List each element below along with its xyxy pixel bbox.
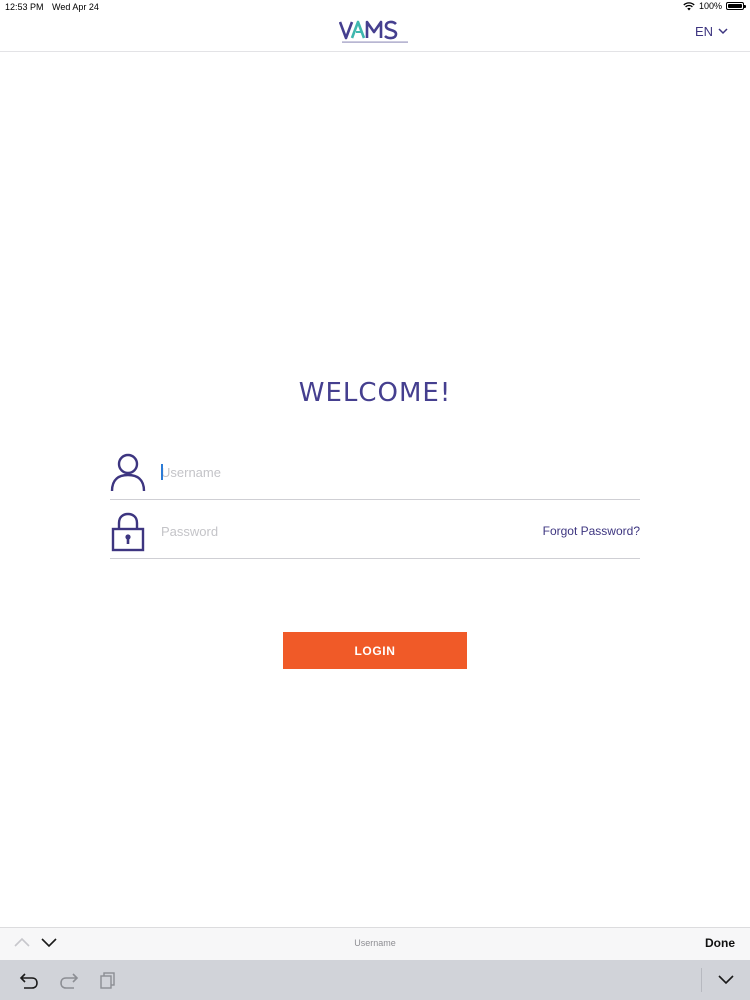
status-bar: 12:53 PM Wed Apr 24 100% [0, 0, 750, 16]
redo-icon[interactable] [58, 970, 80, 990]
login-screen: 12:53 PM Wed Apr 24 100% EN WELCOME! Use… [0, 0, 750, 1000]
password-row: Forgot Password? [110, 500, 640, 559]
accessory-field-label: Username [354, 938, 396, 948]
app-header: EN [0, 16, 750, 52]
battery-icon [726, 2, 746, 10]
undo-icon[interactable] [18, 970, 40, 990]
keyboard-accessory-bar: Username Done [0, 927, 750, 960]
username-row [110, 441, 640, 500]
status-time: 12:53 PM [5, 2, 44, 12]
wifi-icon [683, 1, 695, 10]
user-icon [110, 453, 146, 492]
username-input[interactable] [161, 459, 521, 485]
status-right: 100% [683, 1, 746, 11]
shortcut-divider [701, 968, 702, 992]
password-input[interactable] [161, 518, 521, 544]
keyboard-shortcut-bar [0, 960, 750, 1000]
chevron-down-icon [718, 28, 728, 35]
language-selector[interactable]: EN [695, 24, 728, 39]
paste-icon[interactable] [97, 970, 119, 990]
text-caret [161, 464, 163, 480]
lock-icon [111, 512, 145, 552]
status-date: Wed Apr 24 [52, 2, 99, 12]
battery-percent: 100% [698, 1, 722, 11]
welcome-title: WELCOME! [298, 378, 452, 408]
vams-logo [339, 20, 408, 43]
language-label: EN [694, 24, 713, 39]
login-button[interactable]: LOGIN [283, 632, 467, 669]
forgot-password-link[interactable]: Forgot Password? [543, 524, 640, 538]
keyboard-dismiss-icon[interactable] [716, 971, 736, 989]
done-button[interactable]: Done [705, 936, 735, 950]
